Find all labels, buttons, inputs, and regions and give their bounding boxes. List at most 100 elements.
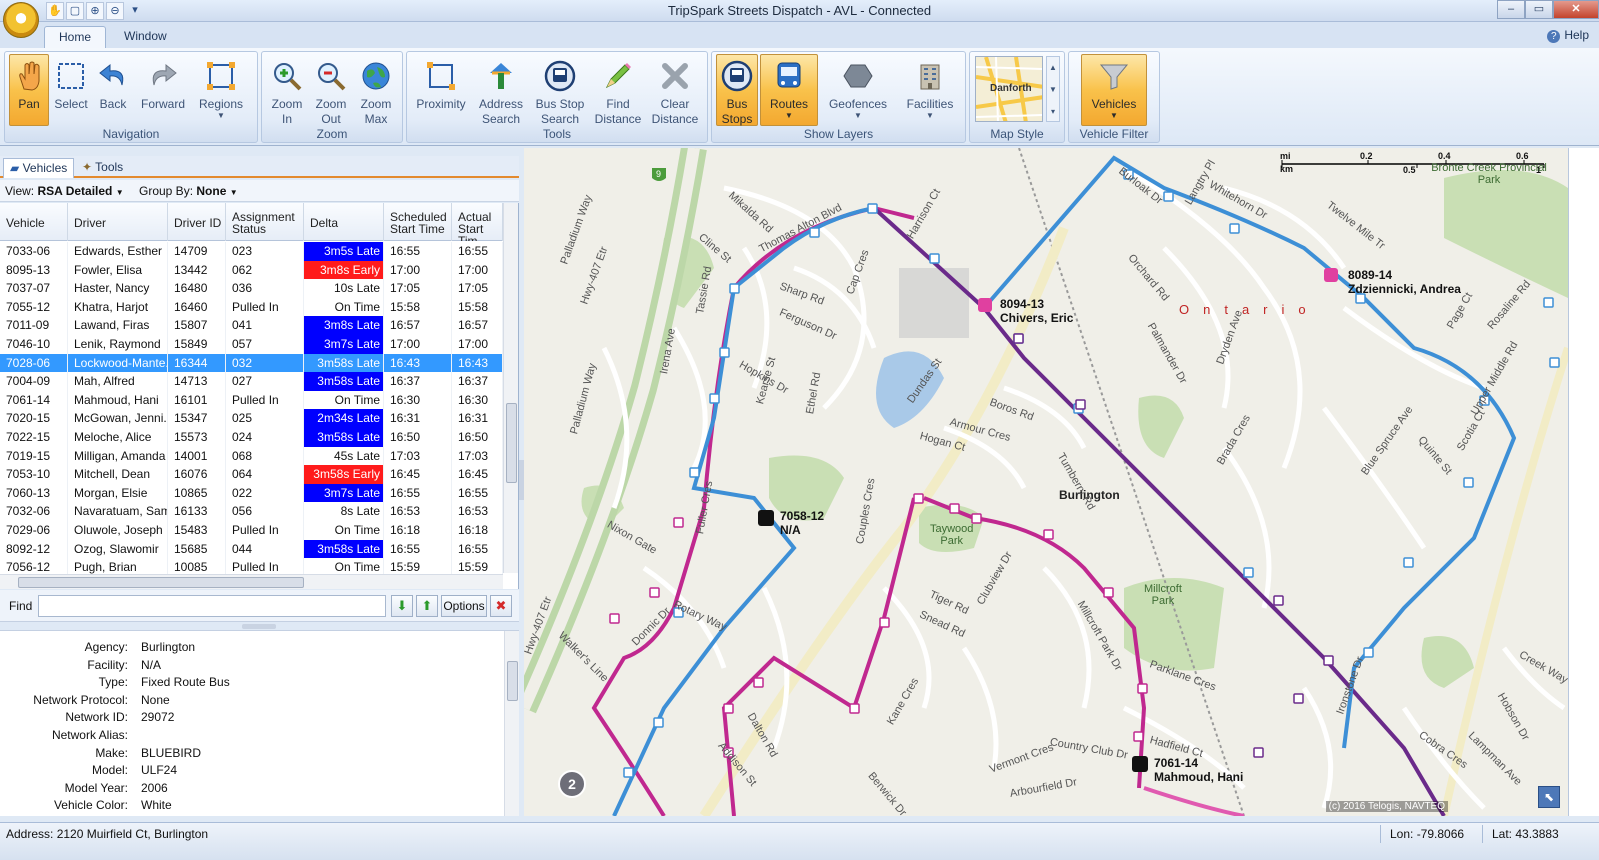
cell-vehicle: 7029-06 xyxy=(0,521,68,540)
tab-home[interactable]: Home xyxy=(44,26,107,48)
cell-vehicle: 7032-06 xyxy=(0,502,68,521)
vehicle-label[interactable]: 8094-13 Chivers, Eric xyxy=(1000,297,1073,325)
vehicle-label[interactable]: 8089-14 Zdziennicki, Andrea xyxy=(1348,268,1461,296)
details-scroll-thumb[interactable] xyxy=(507,661,518,701)
tab-tools[interactable]: ✦ Tools xyxy=(76,158,129,178)
table-row[interactable]: 7053-10 Mitchell, Dean 16076 064 3m58s Early… xyxy=(0,465,503,484)
find-input[interactable] xyxy=(38,595,386,617)
cell-driver: Edwards, Esther xyxy=(68,242,168,261)
bus-stop-markers xyxy=(623,169,1560,778)
zoom-max-button[interactable]: Zoom Max xyxy=(354,54,398,126)
table-row[interactable]: 7019-15 Milligan, Amanda 14001 068 45s Late 1… xyxy=(0,446,503,466)
cell-driver: Lenik, Raymond xyxy=(68,335,168,354)
table-row[interactable]: 7032-06 Navaratuam, Sam 16133 056 8s Late 16:… xyxy=(0,502,503,521)
forward-button[interactable]: Forward xyxy=(135,54,191,126)
find-distance-button[interactable]: Find Distance xyxy=(591,54,645,126)
back-button[interactable]: Back xyxy=(93,54,133,126)
table-row[interactable]: 8095-13 Fowler, Elisa 13442 062 3m8s Early 17… xyxy=(0,260,503,280)
find-next-button[interactable]: ⬇ xyxy=(391,595,413,617)
grid-scroll-thumb[interactable] xyxy=(506,403,517,483)
select-button[interactable]: Select xyxy=(51,54,91,126)
regions-button[interactable]: Regions ▼ xyxy=(195,54,247,126)
table-row[interactable]: 7037-07 Haster, Nancy 16480 036 10s Late 17:0… xyxy=(0,279,503,298)
close-button[interactable]: ✕ xyxy=(1553,0,1599,19)
table-row[interactable]: 7055-12 Khatra, Harjot 16460 Pulled In On Ti… xyxy=(0,297,503,317)
globe-icon xyxy=(359,59,393,93)
column-assignment-status[interactable]: Assignment Status xyxy=(226,203,304,241)
cell-assignment-status: 027 xyxy=(226,372,304,391)
details-scrollbar[interactable] xyxy=(504,631,519,816)
zoom-out-button[interactable]: Zoom Out xyxy=(310,54,352,126)
find-options-button[interactable]: Options xyxy=(441,595,487,617)
table-row[interactable]: 7020-15 McGowan, Jenni... 15347 025 2m34s La… xyxy=(0,409,503,428)
group-by-dropdown[interactable]: None ▼ xyxy=(196,184,237,198)
column-actual-start[interactable]: Actual Start Tim xyxy=(452,203,503,241)
routes-layer-button[interactable]: Routes ▼ xyxy=(760,54,818,126)
vehicle-label[interactable]: 7058-12 N/A xyxy=(780,509,824,537)
show-layers-group: Bus Stops Routes ▼ Geofences ▼ Facilitie… xyxy=(711,51,966,143)
table-row[interactable]: 7004-09 Mah, Alfred 14713 027 3m58s Late 16:3… xyxy=(0,372,503,391)
scale-tick: 0.2 xyxy=(1360,151,1373,161)
table-row[interactable]: 7060-13 Morgan, Elsie 10865 022 3m7s Late 16:… xyxy=(0,483,503,503)
grid-vertical-scrollbar[interactable] xyxy=(503,203,518,573)
vehicles-filter-button[interactable]: Vehicles ▼ xyxy=(1081,54,1147,126)
map-style-scroller[interactable]: ▲ ▼ ▾ xyxy=(1046,56,1060,122)
detail-value: White xyxy=(141,798,172,813)
cell-scheduled-start: 16:50 xyxy=(384,428,452,447)
help-button[interactable]: ? Help xyxy=(1547,28,1589,43)
geofences-layer-button[interactable]: Geofences ▼ xyxy=(822,54,894,126)
bus-stops-layer-button[interactable]: Bus Stops xyxy=(716,54,758,126)
cell-vehicle: 7046-10 xyxy=(0,335,68,354)
cell-assignment-status: 044 xyxy=(226,539,304,559)
splitter-grip[interactable] xyxy=(242,624,276,629)
address-search-button[interactable]: Address Search xyxy=(473,54,529,126)
column-driver-id[interactable]: Driver ID xyxy=(168,203,226,241)
map-copyright: (c) 2016 Telogis, NAVTEQ xyxy=(1325,801,1448,812)
bus-stop-search-button[interactable]: Bus Stop Search xyxy=(531,54,589,126)
cell-scheduled-start: 17:03 xyxy=(384,446,452,466)
navigation-group-label: Navigation xyxy=(102,127,160,141)
facilities-layer-button[interactable]: Facilities ▼ xyxy=(898,54,962,126)
table-row[interactable]: 7011-09 Lawand, Firas 15807 041 3m8s Late 16:… xyxy=(0,316,503,335)
table-row[interactable]: 7028-06 Lockwood-Mante... 16344 032 3m58s La… xyxy=(0,353,503,373)
minimize-button[interactable]: – xyxy=(1497,0,1525,19)
cell-driver: Khatra, Harjot xyxy=(68,297,168,317)
table-row[interactable]: 7022-15 Meloche, Alice 15573 024 3m58s Late 1… xyxy=(0,428,503,447)
pan-button[interactable]: Pan xyxy=(9,54,49,126)
vehicle-cluster-marker[interactable]: 2 xyxy=(558,770,586,798)
clear-distance-button[interactable]: Clear Distance xyxy=(647,54,703,126)
table-row[interactable]: 7046-10 Lenik, Raymond 15849 057 3m7s Late 17… xyxy=(0,335,503,354)
column-delta[interactable]: Delta xyxy=(304,203,384,241)
map-style-thumbnail[interactable]: Danforth xyxy=(975,56,1043,122)
maximize-button[interactable]: ▭ xyxy=(1525,0,1553,19)
route-pink xyxy=(1143,786,1245,816)
clear-x-icon xyxy=(658,59,692,93)
grid-hscroll-thumb[interactable] xyxy=(18,577,304,588)
cell-delta: 3m58s Late xyxy=(304,428,384,447)
vehicle-label[interactable]: 7061-14 Mahmoud, Hani xyxy=(1154,756,1243,784)
proximity-button[interactable]: Proximity xyxy=(411,54,471,126)
map-view[interactable]: 9 mi km 0.2 0.4 0.6 0.5 1 Bronte Creek P… xyxy=(524,148,1568,816)
column-scheduled-start[interactable]: Scheduled Start Time xyxy=(384,203,452,241)
map-corner-button[interactable]: ⬉ xyxy=(1538,786,1560,808)
cell-driver: Navaratuam, Sam xyxy=(68,502,168,521)
zoom-in-button[interactable]: Zoom In xyxy=(266,54,308,126)
tools-group-label: Tools xyxy=(542,127,571,141)
find-previous-button[interactable]: ⬆ xyxy=(416,595,438,617)
grid-horizontal-scrollbar[interactable] xyxy=(0,574,503,589)
cell-assignment-status: Pulled In xyxy=(226,521,304,540)
app-menu-icon[interactable] xyxy=(3,2,39,38)
column-vehicle[interactable]: Vehicle xyxy=(0,203,68,241)
table-row[interactable]: 7061-14 Mahmoud, Hani 16101 Pulled In On Tim… xyxy=(0,390,503,410)
view-dropdown[interactable]: RSA Detailed ▼ xyxy=(37,184,123,198)
find-clear-button[interactable]: ✖ xyxy=(490,595,512,617)
table-row[interactable]: 7029-06 Oluwole, Joseph 15483 Pulled In On T… xyxy=(0,521,503,540)
tab-vehicles[interactable]: ▰ Vehicles xyxy=(3,158,75,178)
cell-scheduled-start: 17:00 xyxy=(384,335,452,354)
column-driver[interactable]: Driver xyxy=(68,203,168,241)
tab-window[interactable]: Window xyxy=(110,26,181,48)
table-row[interactable]: 7033-06 Edwards, Esther 14709 023 3m5s Late 1… xyxy=(0,242,503,261)
cell-delta: On Time xyxy=(304,297,384,317)
cell-delta: 3m5s Late xyxy=(304,242,384,261)
table-row[interactable]: 8092-12 Ozog, Slawomir 15685 044 3m58s Late 1… xyxy=(0,539,503,559)
